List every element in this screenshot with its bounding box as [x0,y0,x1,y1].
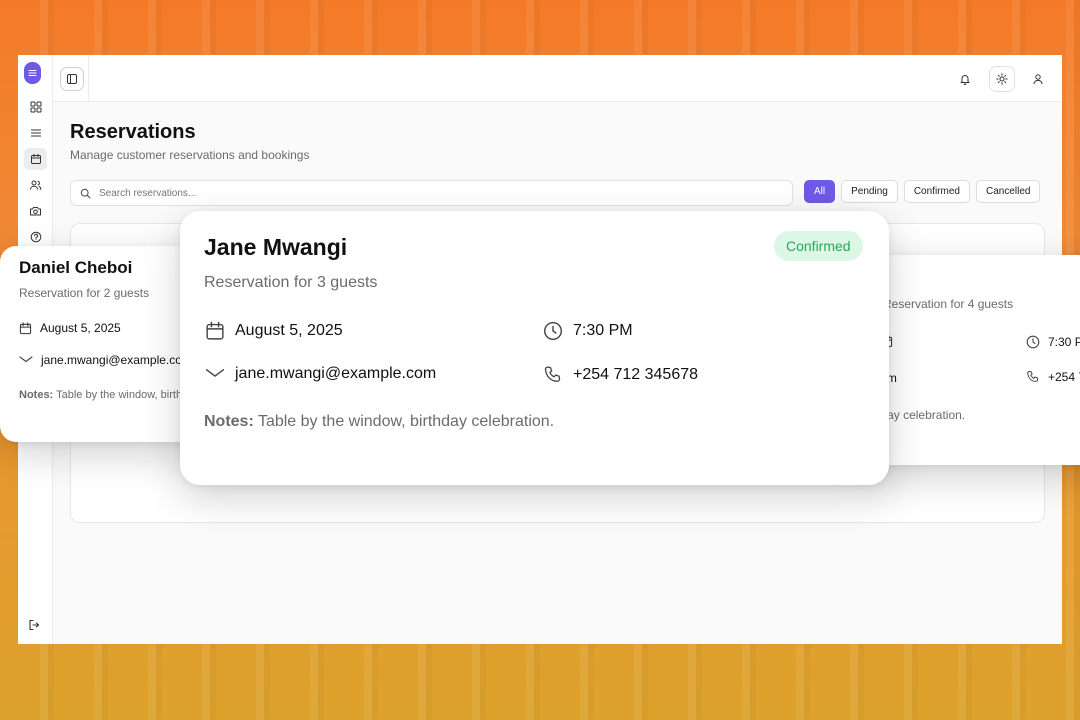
logout-icon [29,619,40,631]
filter-pending[interactable]: Pending [841,180,898,203]
guest-count: Reservation for 4 guests [883,297,1014,311]
sidebar-item-dashboard[interactable] [24,96,47,118]
page-title: Reservations [70,121,196,143]
reservation-date: August 5, 2025 [40,321,121,335]
reservation-notes: Notes: Table by the window, birthday cel… [19,389,205,401]
time-row: 7:30 PM [543,321,633,341]
menu-icon [30,129,41,137]
theme-toggle-button[interactable] [989,66,1015,92]
guest-name: Daniel Cheboi [19,258,133,277]
phone-icon [544,366,561,382]
sidebar-item-list[interactable] [24,122,47,144]
phone-row: +254 712 345678 [543,365,698,385]
reservation-notes: Notes: Table by the window, birthday cel… [204,413,554,431]
logout-button[interactable] [28,619,40,631]
notifications-button[interactable] [952,66,978,92]
sidebar-item-help[interactable] [24,226,47,248]
mail-icon [19,356,33,363]
calendar-icon [30,153,41,164]
search-input[interactable] [99,187,699,199]
phone-icon [1027,371,1039,382]
guest-phone: +254 712 345678 [573,366,699,383]
date-row: August 5, 2025 [205,321,343,341]
calendar-icon [206,321,224,340]
email-row: jane.mwangi@example.com [205,365,436,383]
dashboard-icon [30,101,41,113]
guest-email: jane.mwangi@example.com [235,365,437,382]
notes-label: Notes: [204,413,254,430]
notes-label: Notes: [19,389,54,401]
sidebar-item-reservations[interactable] [24,148,47,170]
bell-icon [960,75,970,85]
filter-cancelled[interactable]: Cancelled [975,180,1041,203]
logo-lines-icon [28,70,37,76]
reservation-time: 7:30 PM [573,322,633,339]
user-icon [1033,74,1043,85]
guest-phone: +254 712 345678 [1048,370,1080,384]
sidebar-item-camera[interactable] [24,200,47,222]
users-icon [30,180,42,190]
email-row: jane.mwangi@example.com [19,353,192,367]
help-icon [30,231,41,243]
sidebar-toggle-icon [67,74,77,84]
mail-icon [205,369,225,377]
guest-count: Reservation for 2 guests [19,286,150,300]
status-badge: Confirmed [774,231,863,261]
status-filters: All Pending Confirmed Cancelled [804,180,1041,203]
camera-icon [30,207,41,216]
topbar-divider [88,55,89,102]
guest-count: Reservation for 3 guests [204,274,378,291]
sidebar-item-users[interactable] [24,174,47,196]
reservation-card-jane[interactable]: Jane Mwangi Confirmed Reservation for 3 … [180,211,889,485]
clock-icon [543,321,563,341]
search-box[interactable] [70,180,793,206]
search-icon [80,188,91,198]
sun-icon [996,73,1008,85]
reservation-card-right[interactable]: Reservation for 4 guests 7:30 PM jane.mw… [860,255,1080,465]
calendar-icon [19,321,32,334]
page-subtitle: Manage customer reservations and booking… [70,148,310,162]
app-logo[interactable] [24,62,41,84]
reservation-time: 7:30 PM [1048,335,1080,349]
guest-name: Jane Mwangi [204,234,348,260]
filter-all[interactable]: All [804,180,836,203]
user-menu-button[interactable] [1025,66,1051,92]
time-row: 7:30 PM [1026,335,1080,349]
reservation-date: August 5, 2025 [235,322,343,339]
notes-text: Table by the window, birthday celebratio… [257,413,555,430]
filter-confirmed[interactable]: Confirmed [903,180,970,203]
clock-icon [1026,335,1040,349]
reservation-card-daniel[interactable]: Daniel Cheboi Reservation for 2 guests A… [0,246,205,442]
date-row: August 5, 2025 [19,321,121,335]
phone-row: +254 712 345678 [1026,370,1080,384]
guest-email: jane.mwangi@example.com [41,353,192,367]
top-bar [53,55,1062,102]
sidebar-toggle-button[interactable] [60,67,84,91]
